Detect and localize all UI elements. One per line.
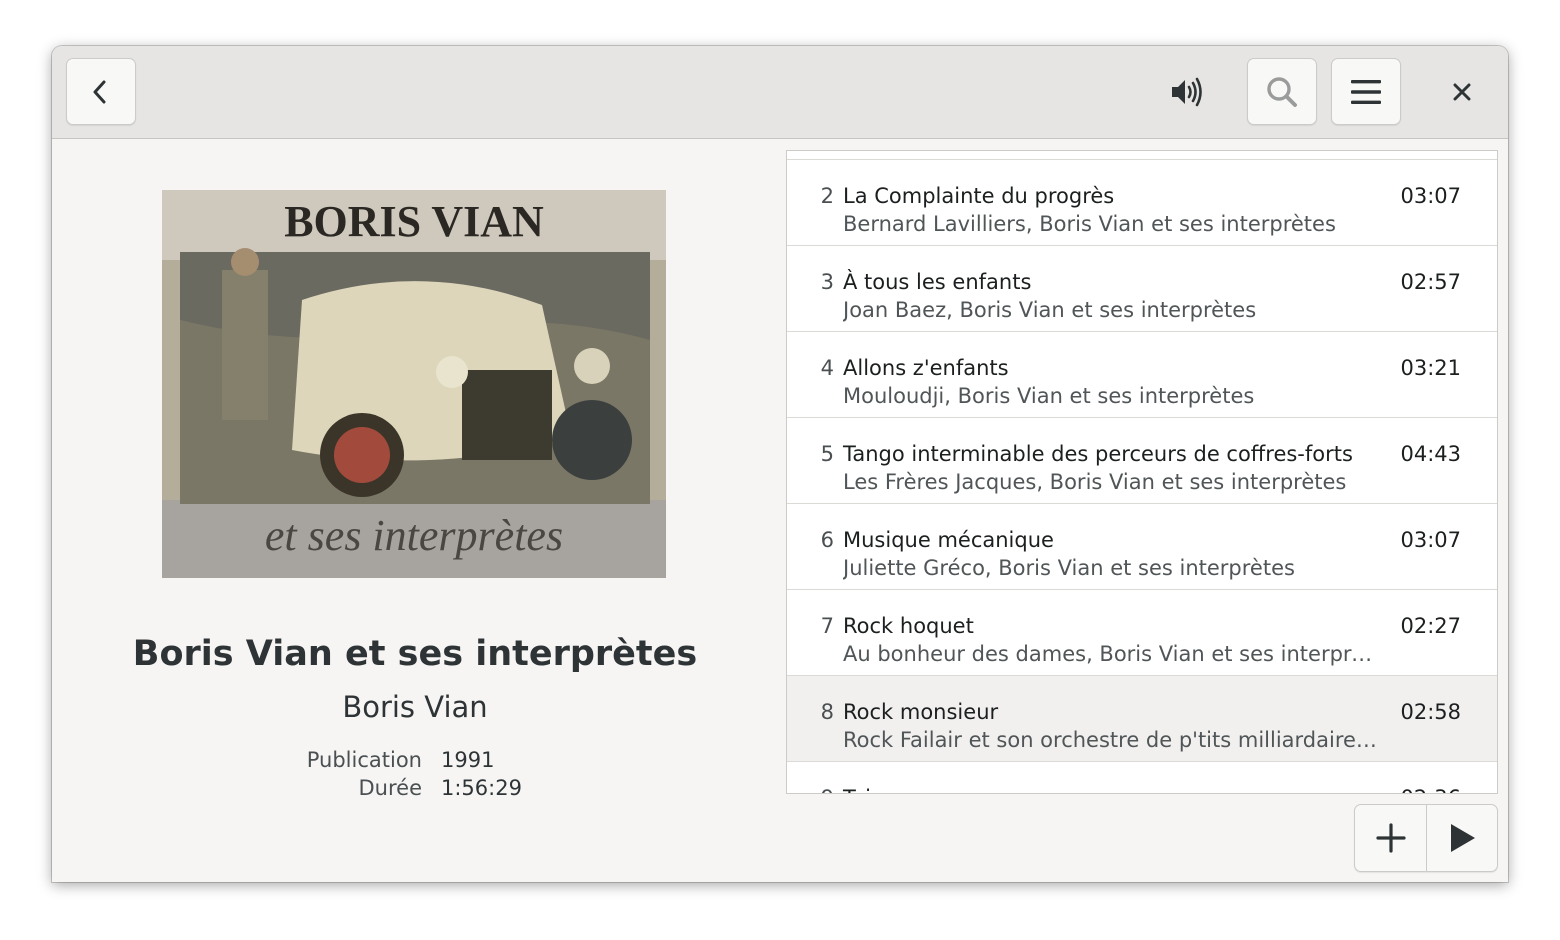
track-artist: Bernard Lavilliers, Boris Vian et ses in… [843,212,1336,236]
track-row[interactable]: 4 Allons z'enfants Mouloudji, Boris Vian… [787,331,1497,417]
track-row[interactable]: 5 Tango interminable des perceurs de cof… [787,417,1497,503]
playback-action-group [1354,804,1498,872]
cover-title-text: BORIS VIAN [284,197,544,246]
search-icon [1267,76,1297,107]
track-duration: 03:07 [1400,528,1461,552]
album-title: Boris Vian et ses interprètes [132,634,698,674]
track-number: 2 [820,184,834,208]
app-window: BORIS VIAN et ses interprètes Boris Vian… [52,46,1508,882]
track-duration: 03:07 [1400,184,1461,208]
track-number: 9 [821,786,834,793]
track-duration: 02:57 [1400,270,1461,294]
track-row[interactable]: 8 Rock monsieur Rock Failair et son orch… [787,675,1497,761]
track-artist: Rock Failair et son orchestre de p'tits … [843,728,1379,752]
track-duration: 02:36 [1400,786,1461,793]
track-duration: 02:58 [1400,700,1461,724]
track-row[interactable]: 6 Musique mécanique Juliette Gréco, Bori… [787,503,1497,589]
track-duration: 02:27 [1400,614,1461,638]
track-title: La Complainte du progrès [843,184,1115,208]
track-title: Rock monsieur [843,700,999,724]
track-artist: Au bonheur des dames, Boris Vian et ses … [843,642,1379,666]
track-list-frame[interactable]: 2 La Complainte du progrès Bernard Lavil… [786,150,1498,794]
track-title: Allons z'enfants [843,356,1009,380]
menu-button[interactable] [1331,58,1401,125]
track-number: 3 [820,270,834,294]
track-number: 8 [820,700,834,724]
track-number: 4 [820,356,834,380]
track-list: 2 La Complainte du progrès Bernard Lavil… [787,159,1497,793]
track-row[interactable]: 3 À tous les enfants Joan Baez, Boris Vi… [787,245,1497,331]
duration-value: 1:56:29 [441,776,522,800]
track-row[interactable]: 7 Rock hoquet Au bonheur des dames, Bori… [787,589,1497,675]
close-button[interactable] [1427,58,1497,125]
track-title: À tous les enfants [843,270,1032,294]
track-artist: Mouloudji, Boris Vian et ses interprètes [843,384,1255,408]
media-playback-start-icon [1451,824,1475,852]
open-menu-icon [1351,79,1381,104]
cover-subtitle-text: et ses interprètes [265,511,563,560]
track-number: 7 [820,614,834,638]
search-button[interactable] [1247,58,1317,125]
track-title: Rock hoquet [843,614,974,638]
track-title: Musique mécanique [843,528,1054,552]
track-duration: 03:21 [1400,356,1461,380]
window-close-icon [1453,83,1471,100]
play-button[interactable] [1426,805,1497,871]
track-artist: Les Frères Jacques, Boris Vian et ses in… [843,470,1347,494]
publication-value: 1991 [441,748,495,772]
go-previous-icon [93,80,106,103]
duration-label: Durée [358,776,423,800]
album-cover: BORIS VIAN et ses interprètes [162,190,666,578]
track-title: Tango interminable des perceurs de coffr… [843,442,1353,466]
headerbar [52,46,1508,139]
track-row[interactable]: 9 Toi 02:36 [787,761,1497,793]
publication-label: Publication [306,748,422,772]
track-duration: 04:43 [1400,442,1461,466]
publication-row: Publication 1991 [52,748,778,776]
track-artist: Joan Baez, Boris Vian et ses interprètes [843,298,1257,322]
add-to-playlist-button[interactable] [1355,805,1426,871]
track-number: 6 [820,528,834,552]
back-button[interactable] [66,58,136,125]
track-artist: Juliette Gréco, Boris Vian et ses interp… [843,556,1295,580]
volume-button[interactable] [1152,58,1222,125]
album-info-pane: BORIS VIAN et ses interprètes Boris Vian… [52,140,778,882]
audio-volume-high-icon [1172,77,1202,106]
list-add-icon [1375,823,1406,853]
track-row[interactable]: 2 La Complainte du progrès Bernard Lavil… [787,159,1497,245]
track-title: Toi [843,786,871,793]
track-number: 5 [820,442,834,466]
album-artist: Boris Vian [342,690,488,724]
duration-row: Durée 1:56:29 [52,776,778,804]
